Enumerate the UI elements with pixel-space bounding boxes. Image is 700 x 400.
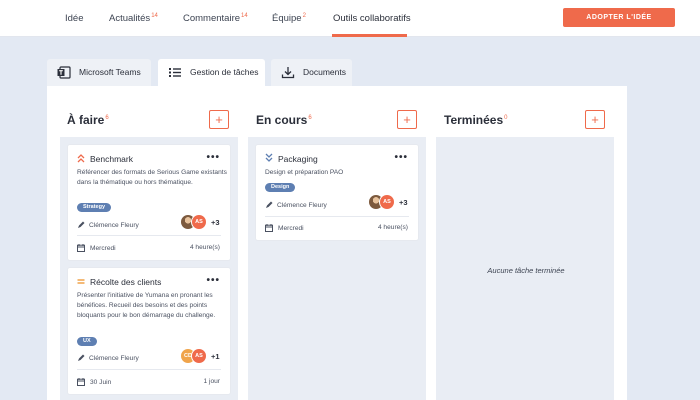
nav-item-idee[interactable]: Idée: [65, 13, 84, 24]
nav-count-badge: 14: [241, 13, 248, 19]
add-task-button[interactable]: +: [209, 110, 229, 129]
adopt-idea-button[interactable]: ADOPTER L'IDÉE: [563, 8, 675, 27]
column-count: 6: [308, 115, 312, 121]
column-count: 0: [504, 115, 508, 121]
assignee: Clémence Fleury: [77, 221, 139, 229]
duration: 1 jour: [203, 378, 221, 385]
task-tag: Design: [265, 183, 296, 192]
task-title: Benchmark: [90, 154, 133, 164]
divider: [77, 235, 221, 236]
extra-members-count: +3: [211, 218, 220, 227]
calendar-icon: [265, 224, 273, 232]
task-card[interactable]: Packaging ••• Design et préparation PAO …: [256, 145, 418, 240]
list-icon: [169, 68, 181, 77]
column-title-terminees: Terminées0: [444, 113, 508, 127]
due-date: Mercredi: [265, 224, 304, 232]
task-tag: UX: [77, 337, 97, 346]
download-icon: [281, 67, 295, 79]
avatar: AS: [191, 214, 207, 230]
task-title: Packaging: [278, 154, 318, 164]
nav-count-badge: 2: [302, 13, 306, 19]
extra-members-count: +3: [399, 198, 408, 207]
priority-medium-icon: [77, 279, 85, 284]
empty-state-message: Aucune tâche terminée: [487, 266, 565, 275]
assignee: Clémence Fleury: [77, 354, 139, 362]
tab-gestion-de-taches[interactable]: Gestion de tâches: [158, 59, 265, 86]
teams-icon: [57, 66, 71, 79]
duration: 4 heure(s): [377, 224, 408, 231]
pencil-icon: [78, 354, 85, 361]
duration: 4 heure(s): [189, 244, 220, 251]
add-task-button[interactable]: +: [585, 110, 605, 129]
divider: [265, 216, 409, 217]
more-options-icon[interactable]: •••: [394, 152, 408, 163]
avatar: AS: [191, 348, 207, 364]
add-task-button[interactable]: +: [397, 110, 417, 129]
assignee: Clémence Fleury: [265, 201, 327, 209]
nav-item-equipe[interactable]: Équipe2: [272, 13, 306, 24]
calendar-icon: [77, 378, 85, 386]
nav-item-commentaire[interactable]: Commentaire14: [183, 13, 248, 24]
task-tag: Strategy: [77, 203, 112, 212]
more-options-icon[interactable]: •••: [206, 275, 220, 286]
nav-count-badge: 14: [151, 13, 158, 19]
pencil-icon: [78, 221, 85, 228]
due-date: Mercredi: [77, 244, 116, 252]
avatar-group[interactable]: CD AS: [180, 348, 210, 364]
nav-item-actualites[interactable]: Actualités14: [109, 13, 158, 24]
top-navigation: Idée Actualités14 Commentaire14 Équipe2 …: [0, 0, 700, 37]
active-tab-indicator: [332, 34, 407, 37]
extra-members-count: +1: [211, 352, 220, 361]
calendar-icon: [77, 244, 85, 252]
priority-low-icon: [265, 153, 273, 162]
column-count: 6: [105, 115, 109, 121]
priority-high-icon: [77, 154, 85, 163]
avatar-group[interactable]: AS: [180, 214, 210, 230]
task-description: Référencer des formats de Serious Game e…: [77, 169, 227, 186]
task-card[interactable]: Benchmark ••• Référencer des formats de …: [68, 145, 230, 260]
pencil-icon: [266, 201, 273, 208]
nav-item-outils-collaboratifs[interactable]: Outils collaboratifs: [333, 13, 411, 24]
tab-microsoft-teams[interactable]: Microsoft Teams: [47, 59, 151, 86]
task-description: Design et préparation PAO: [265, 169, 344, 176]
task-card[interactable]: Récolte des clients ••• Présenter l'init…: [68, 268, 230, 394]
due-date: 30 Juin: [77, 378, 111, 386]
task-title: Récolte des clients: [90, 277, 162, 287]
tab-documents[interactable]: Documents: [271, 59, 352, 86]
avatar-group[interactable]: AS: [368, 194, 398, 210]
divider: [77, 369, 221, 370]
column-title-en-cours: En cours6: [256, 113, 312, 127]
more-options-icon[interactable]: •••: [206, 152, 220, 163]
avatar: AS: [379, 194, 395, 210]
column-title-a-faire: À faire6: [67, 113, 109, 127]
task-description: Présenter l'initiative de Yumana en pron…: [77, 292, 216, 319]
